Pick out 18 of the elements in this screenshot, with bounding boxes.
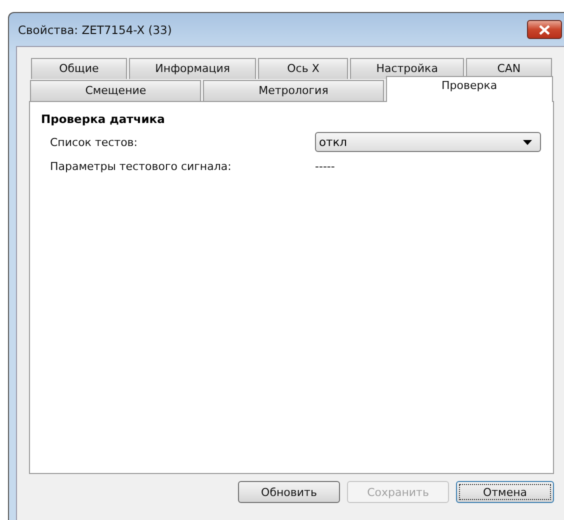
tab[interactable]: Настройка (350, 58, 464, 79)
tests-dropdown[interactable]: откл (315, 132, 541, 152)
close-button[interactable] (527, 20, 562, 39)
tab[interactable]: Проверка (386, 76, 553, 102)
tab[interactable]: Метрология (203, 80, 384, 101)
dropdown-arrow-icon (523, 140, 532, 144)
tab[interactable]: Ось X (258, 58, 348, 79)
close-icon (539, 24, 550, 34)
field-label: Параметры тестового сигнала: (50, 160, 232, 172)
window-title: Свойства: ZET7154-X (33) (17, 22, 172, 36)
tab[interactable]: Смещение (30, 80, 202, 101)
dialog-button[interactable]: Отмена (456, 481, 554, 503)
section-title: Проверка датчика (41, 112, 166, 126)
dialog-button[interactable]: Обновить (238, 481, 340, 503)
tab[interactable]: Информация (128, 58, 256, 79)
tab[interactable]: Общие (31, 58, 127, 79)
field-value: ----- (315, 160, 335, 172)
field-label: Список тестов: (50, 136, 138, 148)
